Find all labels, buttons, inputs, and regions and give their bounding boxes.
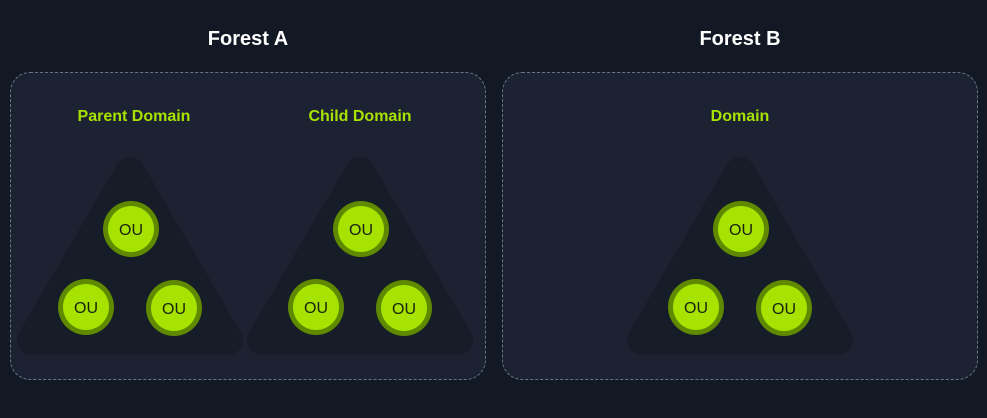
ou-label: OU [772, 301, 796, 318]
ou-node[interactable]: OU [288, 279, 344, 335]
ou-label: OU [392, 301, 416, 318]
ou-node[interactable]: OU [333, 201, 389, 257]
ou-label: OU [162, 301, 186, 318]
ou-node[interactable]: OU [58, 279, 114, 335]
ou-label: OU [349, 222, 373, 239]
ou-node[interactable]: OU [376, 280, 432, 336]
ou-node[interactable]: OU [756, 280, 812, 336]
ou-label: OU [684, 300, 708, 317]
ou-label: OU [119, 222, 143, 239]
ou-label: OU [74, 300, 98, 317]
domain-diagram: OU OU OU OU OU OU OU OU OU [17, 157, 853, 355]
ou-node[interactable]: OU [713, 201, 769, 257]
ou-node[interactable]: OU [146, 280, 202, 336]
ou-label: OU [304, 300, 328, 317]
ou-node[interactable]: OU [103, 201, 159, 257]
ou-label: OU [729, 222, 753, 239]
ou-node[interactable]: OU [668, 279, 724, 335]
